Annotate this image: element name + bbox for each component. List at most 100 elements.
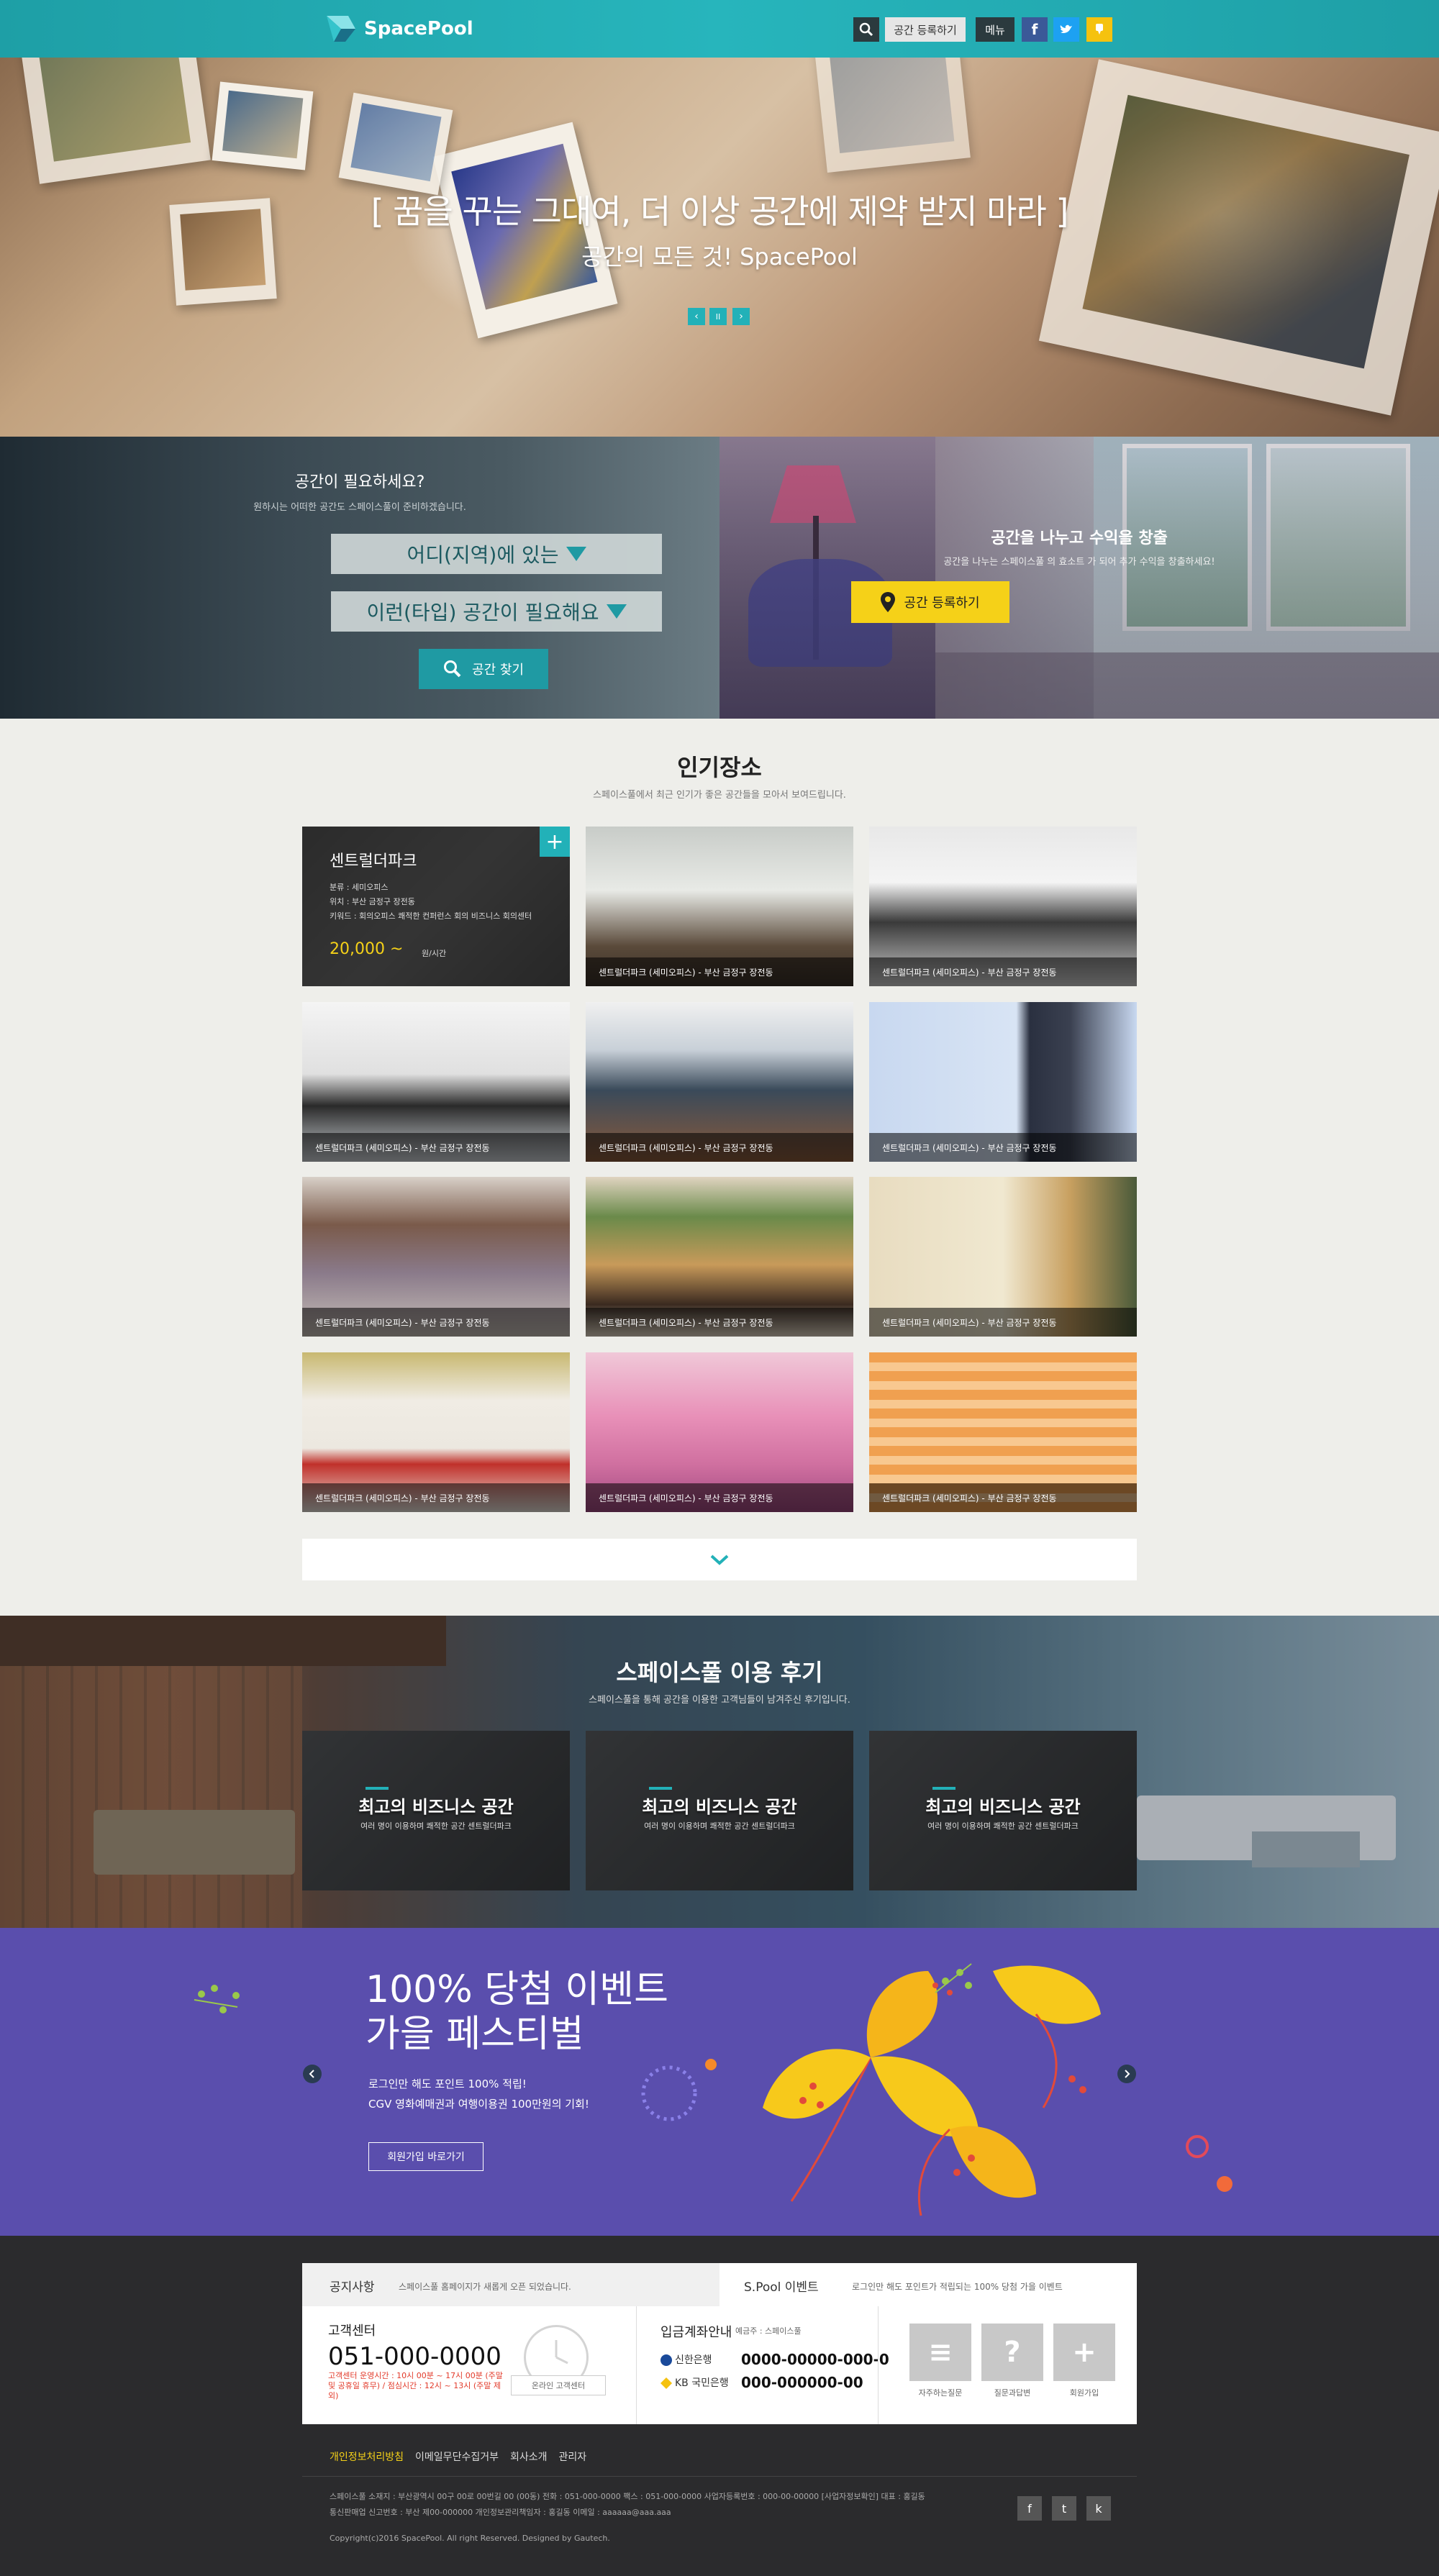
review-card-accent bbox=[932, 1787, 955, 1790]
slide-prev-button[interactable]: ‹ bbox=[688, 308, 705, 325]
place-tile[interactable]: 센트럴더파크 (세미오피스) - 부산 금정구 장전동 bbox=[302, 1002, 570, 1162]
event-next-button[interactable] bbox=[1117, 2065, 1136, 2083]
review-card-title: 최고의 비즈니스 공간 bbox=[358, 1797, 514, 1817]
place-tile[interactable]: 센트럴더파크 (세미오피스) - 부산 금정구 장전동 bbox=[586, 1352, 853, 1512]
admin-link[interactable]: 관리자 bbox=[559, 2449, 587, 2464]
bank-title: 입금계좌안내 bbox=[661, 2325, 732, 2340]
signup-button[interactable]: 회원가입 바로가기 bbox=[368, 2142, 484, 2171]
region-select-label: 어디(지역)에 있는 bbox=[407, 543, 559, 567]
divider bbox=[878, 2306, 879, 2424]
place-tile[interactable]: 센트럴더파크 (세미오피스) - 부산 금정구 장전동 bbox=[586, 827, 853, 986]
review-card[interactable]: 최고의 비즈니스 공간 여러 명이 이용하며 쾌적한 공간 센트럴더파크 bbox=[586, 1731, 853, 1890]
featured-price: 20,000 ~ bbox=[330, 940, 404, 958]
event-label[interactable]: S.Pool 이벤트 bbox=[744, 2277, 819, 2295]
faq-icon[interactable]: ≡ bbox=[909, 2324, 971, 2381]
notice-text[interactable]: 스페이스풀 홈페이지가 새롭게 오픈 되었습니다. bbox=[399, 2280, 571, 2293]
signup-label[interactable]: 회원가입 bbox=[1053, 2387, 1115, 2398]
bank-account: 0000-00000-000-0 bbox=[741, 2351, 889, 2368]
place-tile[interactable]: 센트럴더파크 (세미오피스) - 부산 금정구 장전동 bbox=[586, 1177, 853, 1337]
online-support-button[interactable]: 온라인 고객센터 bbox=[511, 2375, 606, 2395]
logo[interactable]: SpacePool bbox=[324, 13, 473, 45]
find-space-label: 공간 찾기 bbox=[472, 663, 524, 678]
find-space-button[interactable]: 공간 찾기 bbox=[419, 649, 548, 689]
featured-name: 센트럴더파크 bbox=[330, 852, 417, 870]
question-icon[interactable]: ? bbox=[981, 2324, 1043, 2381]
place-tile[interactable]: 센트럴더파크 (세미오피스) - 부산 금정구 장전동 bbox=[586, 1002, 853, 1162]
bank-account: 000-000000-00 bbox=[741, 2374, 863, 2391]
place-caption: 센트럴더파크 (세미오피스) - 부산 금정구 장전동 bbox=[869, 1133, 1137, 1162]
privacy-policy-link[interactable]: 개인정보처리방침 bbox=[330, 2449, 404, 2464]
event-prev-button[interactable] bbox=[303, 2065, 322, 2083]
plus-icon[interactable]: + bbox=[540, 827, 570, 857]
decoration-ring bbox=[641, 2059, 717, 2121]
featured-place-card[interactable]: 센트럴더파크 분류 : 세미오피스 위치 : 부산 금정구 장전동 키워드 : … bbox=[302, 827, 570, 986]
decoration-circles bbox=[1186, 2135, 1233, 2192]
kakao-icon[interactable] bbox=[1086, 17, 1112, 42]
slide-pause-button[interactable]: II bbox=[709, 308, 727, 325]
review-card-subtitle: 여러 명이 이용하며 쾌적한 공간 센트럴더파크 bbox=[360, 1821, 512, 1831]
bank-row-shinhan: 신한은행 0000-00000-000-0 bbox=[661, 2351, 889, 2368]
twitter-icon[interactable]: t bbox=[1052, 2496, 1076, 2521]
company-info-2: 통신판매업 신고번호 : 부산 제00-000000 개인정보관리책임자 : 홍… bbox=[330, 2508, 671, 2517]
event-title-line1: 100% 당첨 이벤트 bbox=[366, 1968, 668, 2011]
kakao-icon[interactable]: k bbox=[1086, 2496, 1111, 2521]
place-caption: 센트럴더파크 (세미오피스) - 부산 금정구 장전동 bbox=[302, 1133, 570, 1162]
add-user-icon[interactable]: + bbox=[1053, 2324, 1115, 2381]
register-space-cta[interactable]: 공간 등록하기 bbox=[851, 581, 1009, 623]
event-text-line1: 로그인만 해도 포인트 100% 적립! bbox=[368, 2077, 527, 2090]
place-tile[interactable]: 센트럴더파크 (세미오피스) - 부산 금정구 장전동 bbox=[869, 1002, 1137, 1162]
featured-keywords: 키워드 : 회의오피스 쾌적한 컨퍼런스 회의 비즈니스 회의센터 bbox=[330, 911, 532, 921]
region-select[interactable]: 어디(지역)에 있는 bbox=[331, 534, 662, 574]
slide-next-button[interactable]: › bbox=[732, 308, 750, 325]
review-card-accent bbox=[649, 1787, 672, 1790]
review-card[interactable]: 최고의 비즈니스 공간 여러 명이 이용하며 쾌적한 공간 센트럴더파크 bbox=[302, 1731, 570, 1890]
qna-label[interactable]: 질문과답변 bbox=[981, 2387, 1043, 2398]
menu-button[interactable]: 메뉴 bbox=[976, 17, 1014, 42]
email-policy-link[interactable]: 이메일무단수집거부 bbox=[415, 2449, 499, 2464]
site-header bbox=[0, 0, 1439, 58]
place-tile[interactable]: 센트럴더파크 (세미오피스) - 부산 금정구 장전동 bbox=[302, 1177, 570, 1337]
logo-text: SpacePool bbox=[364, 18, 473, 40]
place-caption: 센트럴더파크 (세미오피스) - 부산 금정구 장전동 bbox=[302, 1308, 570, 1337]
review-card[interactable]: 최고의 비즈니스 공간 여러 명이 이용하며 쾌적한 공간 센트럴더파크 bbox=[869, 1731, 1137, 1890]
footer-divider bbox=[302, 2476, 1137, 2477]
share-panel-overlay bbox=[720, 437, 1439, 719]
review-card-subtitle: 여러 명이 이용하며 쾌적한 공간 센트럴더파크 bbox=[927, 1821, 1079, 1831]
about-link[interactable]: 회사소개 bbox=[510, 2449, 548, 2464]
place-tile[interactable]: 센트럴더파크 (세미오피스) - 부산 금정구 장전동 bbox=[302, 1352, 570, 1512]
search-icon bbox=[859, 22, 873, 37]
twitter-icon[interactable] bbox=[1053, 17, 1079, 42]
shinhan-logo-icon bbox=[661, 2354, 672, 2366]
footer-links: 개인정보처리방침 이메일무단수집거부 회사소개 관리자 bbox=[330, 2449, 586, 2464]
event-banner bbox=[0, 1928, 1439, 2236]
place-caption: 센트럴더파크 (세미오피스) - 부산 금정구 장전동 bbox=[302, 1483, 570, 1512]
place-caption: 센트럴더파크 (세미오피스) - 부산 금정구 장전동 bbox=[586, 1483, 853, 1512]
bank-holder: 예금주 : 스페이스풀 bbox=[735, 2326, 802, 2336]
review-description: 스페이스풀을 통해 공간을 이용한 고객님들이 남겨주신 후기입니다. bbox=[589, 1695, 850, 1706]
register-space-button[interactable]: 공간 등록하기 bbox=[885, 17, 966, 42]
event-notice-text[interactable]: 로그인만 해도 포인트가 적립되는 100% 당첨 가을 이벤트 bbox=[852, 2280, 1063, 2293]
review-card-title: 최고의 비즈니스 공간 bbox=[642, 1797, 797, 1817]
facebook-icon[interactable]: f bbox=[1017, 2496, 1042, 2521]
notice-label[interactable]: 공지사항 bbox=[330, 2277, 375, 2295]
search-button[interactable] bbox=[853, 17, 879, 42]
place-caption: 센트럴더파크 (세미오피스) - 부산 금정구 장전동 bbox=[869, 1483, 1137, 1512]
triangle-down-icon bbox=[606, 604, 627, 619]
place-tile[interactable]: 센트럴더파크 (세미오피스) - 부산 금정구 장전동 bbox=[869, 1177, 1137, 1337]
chevron-right-icon bbox=[1125, 2070, 1130, 2078]
register-space-cta-label: 공간 등록하기 bbox=[904, 596, 980, 611]
load-more-button[interactable] bbox=[302, 1539, 1137, 1580]
find-title: 공간이 필요하세요? bbox=[294, 473, 425, 491]
place-caption: 센트럴더파크 (세미오피스) - 부산 금정구 장전동 bbox=[869, 1308, 1137, 1337]
event-text-line2: CGV 영화예매권과 여행이용권 100만원의 기회! bbox=[368, 2098, 589, 2111]
faq-label[interactable]: 자주하는질문 bbox=[909, 2387, 971, 2398]
facebook-icon[interactable]: f bbox=[1022, 17, 1048, 42]
share-description: 공간을 나누는 스페이스풀 의 효소트 가 되어 추가 수익을 창출하세요! bbox=[943, 557, 1215, 568]
place-tile[interactable]: 센트럴더파크 (세미오피스) - 부산 금정구 장전동 bbox=[869, 1352, 1137, 1512]
triangle-down-icon bbox=[566, 547, 586, 561]
place-caption: 센트럴더파크 (세미오피스) - 부산 금정구 장전동 bbox=[586, 1133, 853, 1162]
type-select[interactable]: 이런(타입) 공간이 필요해요 bbox=[331, 591, 662, 632]
place-caption: 센트럴더파크 (세미오피스) - 부산 금정구 장전동 bbox=[869, 957, 1137, 986]
place-tile[interactable]: 센트럴더파크 (세미오피스) - 부산 금정구 장전동 bbox=[869, 827, 1137, 986]
bank-name: 신한은행 bbox=[661, 2352, 741, 2367]
